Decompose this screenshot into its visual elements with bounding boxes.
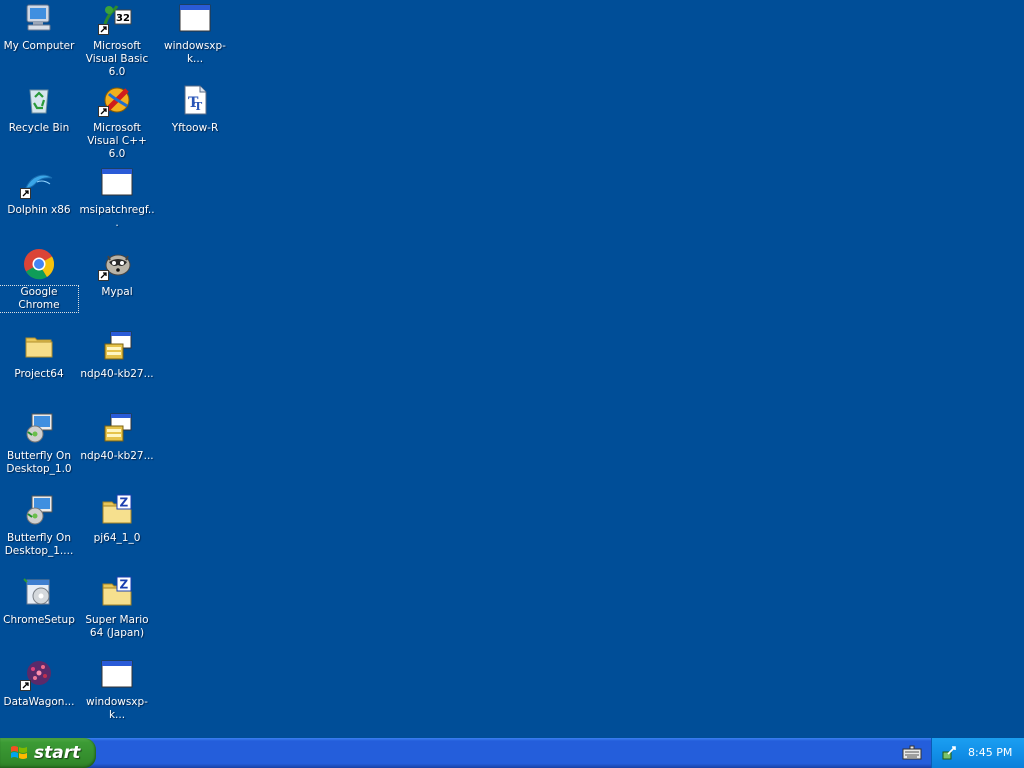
font-file-icon: TT [179,84,211,116]
icon-label: pj64_1_0 [93,532,141,544]
desktop-icon-windowsxp-k-1[interactable]: windowsxp-k... [156,0,234,80]
installer-icon [101,412,133,444]
desktop: My Computer Recycle Bin Dolphin x86 Goog… [0,0,1024,738]
icon-label: My Computer [3,40,75,52]
icon-label: Super Mario 64 (Japan) [85,614,149,639]
raccoon-icon [98,248,133,281]
desktop-icon-butterfly-1[interactable]: Butterfly On Desktop_1.0 [0,410,78,490]
desktop-icon-dolphin[interactable]: Dolphin x86 [0,164,78,244]
desktop-icon-butterfly-2[interactable]: Butterfly On Desktop_1.... [0,492,78,572]
window-file-icon [179,2,211,34]
shortcut-arrow-icon [20,680,31,691]
icon-label: Microsoft Visual Basic 6.0 [85,40,149,78]
shortcut-arrow-icon [20,188,31,199]
computer-icon [23,2,55,34]
icon-label: Google Chrome [0,285,79,313]
desktop-icon-my-computer[interactable]: My Computer [0,0,78,80]
zip-folder-icon: Z [101,576,133,608]
icon-label: DataWagon... [3,696,75,708]
desktop-icon-msipatchregf[interactable]: msipatchregf... [78,164,156,244]
window-file-icon [101,166,133,198]
svg-text:32: 32 [116,13,130,24]
windows-logo-icon [11,746,27,759]
icon-label: msipatchregf... [79,204,155,229]
shortcut-arrow-icon [98,106,109,117]
icon-label: Dolphin x86 [7,204,71,216]
desktop-icon-project64[interactable]: Project64 [0,328,78,408]
chrome-icon [23,248,55,280]
icon-label: windowsxp-k... [164,40,226,65]
desktop-icon-super-mario-64[interactable]: Z Super Mario 64 (Japan) [78,574,156,654]
icon-label: Butterfly On Desktop_1.0 [6,450,72,475]
system-tray: 8:45 PM [931,738,1024,768]
desktop-icon-windowsxp-k-2[interactable]: windowsxp-k... [78,656,156,736]
desktop-icon-pj64[interactable]: Z pj64_1_0 [78,492,156,572]
icon-label: ChromeSetup [3,614,75,626]
desktop-icon-visual-cpp[interactable]: Microsoft Visual C++ 6.0 [78,82,156,162]
datawagon-icon [20,658,55,691]
visual-basic-icon: 32 [98,2,133,35]
window-file-icon [101,658,133,690]
desktop-icon-visual-basic[interactable]: 32 Microsoft Visual Basic 6.0 [78,0,156,80]
desktop-icon-ndp40-2[interactable]: ndp40-kb27... [78,410,156,490]
recycle-bin-icon [23,84,55,116]
start-button[interactable]: start [0,738,96,768]
icon-label: Microsoft Visual C++ 6.0 [87,122,147,160]
desktop-icon-mypal[interactable]: Mypal [78,246,156,326]
visual-cpp-icon [98,84,133,117]
folder-icon [23,330,55,362]
zip-folder-icon: Z [101,494,133,526]
icon-label: Yftoow-R [171,122,219,134]
icon-label: ndp40-kb27... [80,368,154,380]
icon-label: Butterfly On Desktop_1.... [4,532,74,557]
network-tray-icon[interactable] [942,745,958,761]
start-label: start [34,743,81,763]
installer-cd-icon [23,412,55,444]
desktop-icon-ndp40-1[interactable]: ndp40-kb27... [78,328,156,408]
shortcut-arrow-icon [98,24,109,35]
setup-box-icon [23,576,55,608]
icon-label: Mypal [101,286,133,298]
desktop-icon-yftoow-r[interactable]: TT Yftoow-R [156,82,234,162]
dolphin-icon [20,166,55,199]
taskbar: start 8:45 PM [0,738,1024,768]
shortcut-arrow-icon [98,270,109,281]
icon-label: Recycle Bin [8,122,70,134]
desktop-icon-google-chrome[interactable]: Google Chrome [0,246,79,326]
svg-text:Z: Z [120,496,129,510]
desktop-icon-recycle-bin[interactable]: Recycle Bin [0,82,78,162]
installer-icon [101,330,133,362]
desktop-icon-datawagon[interactable]: DataWagon... [0,656,78,736]
icon-label: ndp40-kb27... [80,450,154,462]
icon-label: Project64 [14,368,64,380]
clock[interactable]: 8:45 PM [968,746,1012,759]
desktop-icon-chromesetup[interactable]: ChromeSetup [0,574,78,654]
svg-text:Z: Z [120,578,129,592]
keyboard-icon[interactable] [902,745,922,761]
svg-text:T: T [194,100,203,113]
installer-cd-icon [23,494,55,526]
icon-label: windowsxp-k... [86,696,148,721]
